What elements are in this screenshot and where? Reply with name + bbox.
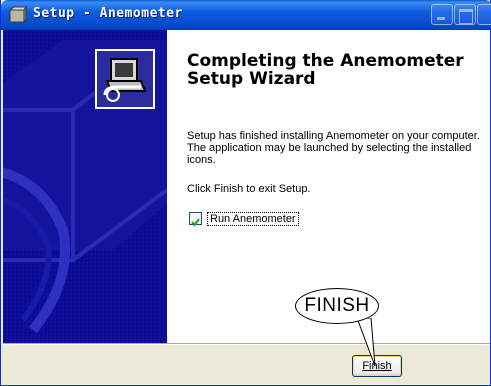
- page-title: Completing the Anemometer Setup Wizard: [187, 51, 464, 89]
- setup-window: Setup - Anemometer Completing the Anemom…: [0, 0, 491, 386]
- finish-callout-annotation: FINISH: [295, 288, 379, 324]
- window-title: Setup - Anemometer: [33, 6, 183, 21]
- title-bar[interactable]: Setup - Anemometer: [1, 0, 491, 30]
- run-anemometer-checkbox[interactable]: [189, 212, 202, 227]
- run-anemometer-label[interactable]: Run Anemometer: [207, 212, 299, 226]
- finished-message: Setup has finished installing Anemometer…: [187, 130, 480, 166]
- callout-pointer: [356, 318, 376, 367]
- maximize-icon[interactable]: [454, 4, 476, 25]
- wizard-content: Completing the Anemometer Setup Wizard S…: [3, 30, 490, 343]
- wizard-side-image: [3, 30, 167, 343]
- minimize-icon[interactable]: [431, 4, 453, 25]
- computer-disk-icon: [103, 58, 147, 102]
- checkmark-icon: [191, 218, 200, 227]
- exit-instruction: Click Finish to exit Setup.: [187, 183, 311, 195]
- setup-box-icon: [9, 6, 27, 24]
- installer-logo: [95, 49, 155, 109]
- footer-divider: [3, 343, 490, 345]
- close-icon[interactable]: [477, 4, 491, 25]
